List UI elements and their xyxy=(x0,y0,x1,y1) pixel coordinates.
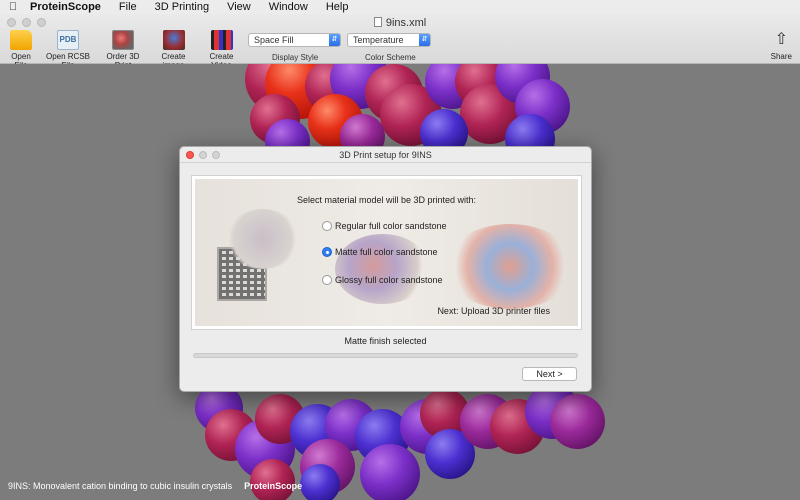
atom-sphere xyxy=(550,394,605,449)
display-style-select[interactable]: Space Fill ⇵ xyxy=(248,33,341,47)
menu-bar:  ProteinScope File 3D Printing View Win… xyxy=(0,0,800,14)
brand-label: ProteinScope xyxy=(244,481,303,491)
share-label: Share xyxy=(770,52,792,61)
menu-file[interactable]: File xyxy=(110,1,146,13)
image-icon xyxy=(162,30,185,50)
option-regular-sandstone[interactable]: Regular full color sandstone xyxy=(322,221,447,231)
document-title: 9ins.xml xyxy=(385,17,427,29)
color-scheme-label: Color Scheme xyxy=(365,53,416,62)
option-label: Glossy full color sandstone xyxy=(335,275,443,285)
atom-sphere xyxy=(300,464,340,500)
document-icon xyxy=(373,17,382,27)
material-prompt: Select material model will be 3D printed… xyxy=(296,195,477,205)
dialog-title: 3D Print setup for 9INS xyxy=(339,150,432,160)
atom-sphere xyxy=(250,459,295,500)
minimize-dialog-button xyxy=(199,151,207,159)
color-scheme-value: Temperature xyxy=(353,35,404,45)
3d-print-icon xyxy=(112,30,134,50)
share-icon: ⇧ xyxy=(774,31,789,48)
printed-model-preview xyxy=(445,224,575,309)
option-label: Regular full color sandstone xyxy=(335,221,447,231)
radio-button[interactable] xyxy=(322,221,332,231)
print-setup-dialog: 3D Print setup for 9INS Select material … xyxy=(179,146,592,392)
radio-button[interactable] xyxy=(322,275,332,285)
pdb-icon: PDB xyxy=(57,30,79,50)
next-step-hint: Next: Upload 3D printer files xyxy=(437,306,550,316)
structure-description: 9INS: Monovalent cation binding to cubic… xyxy=(8,481,233,491)
material-preview-image: Select material model will be 3D printed… xyxy=(195,179,578,326)
film-icon xyxy=(210,30,233,50)
display-style-value: Space Fill xyxy=(254,35,294,45)
dialog-titlebar: 3D Print setup for 9INS xyxy=(180,147,591,163)
selection-status: Matte finish selected xyxy=(344,336,427,346)
menu-view[interactable]: View xyxy=(218,1,260,13)
apple-icon[interactable]:  xyxy=(0,1,26,13)
option-glossy-sandstone[interactable]: Glossy full color sandstone xyxy=(322,275,443,285)
printed-model-preview xyxy=(225,209,300,269)
window-titlebar: 9ins.xml Open File PDB Open RCSB File Or… xyxy=(0,14,800,70)
window-title: 9ins.xml xyxy=(0,17,800,29)
atom-sphere xyxy=(360,444,420,500)
share-button[interactable]: ⇧ Share xyxy=(771,30,792,61)
dialog-window-controls xyxy=(186,151,220,159)
color-scheme-select[interactable]: Temperature ⇵ xyxy=(347,33,431,47)
option-label: Matte full color sandstone xyxy=(335,247,438,257)
option-matte-sandstone[interactable]: Matte full color sandstone xyxy=(322,247,438,257)
menu-3d-printing[interactable]: 3D Printing xyxy=(146,1,218,13)
zoom-dialog-button xyxy=(212,151,220,159)
chevron-updown-icon: ⇵ xyxy=(329,34,340,46)
close-dialog-button[interactable] xyxy=(186,151,194,159)
display-style-label: Display Style xyxy=(272,53,319,62)
menu-app-name[interactable]: ProteinScope xyxy=(26,1,110,13)
toolbar: Open File PDB Open RCSB File Order 3D Pr… xyxy=(0,30,800,70)
menu-window[interactable]: Window xyxy=(260,1,317,13)
next-button[interactable]: Next > xyxy=(522,367,577,381)
menu-help[interactable]: Help xyxy=(317,1,358,13)
radio-button-selected[interactable] xyxy=(322,247,332,257)
printed-model-preview xyxy=(335,234,430,304)
folder-icon xyxy=(10,30,32,50)
material-panel: Select material model will be 3D printed… xyxy=(191,175,582,330)
chevron-updown-icon: ⇵ xyxy=(419,34,430,46)
progress-bar xyxy=(193,353,578,358)
status-footer: 9INS: Monovalent cation binding to cubic… xyxy=(8,481,302,491)
